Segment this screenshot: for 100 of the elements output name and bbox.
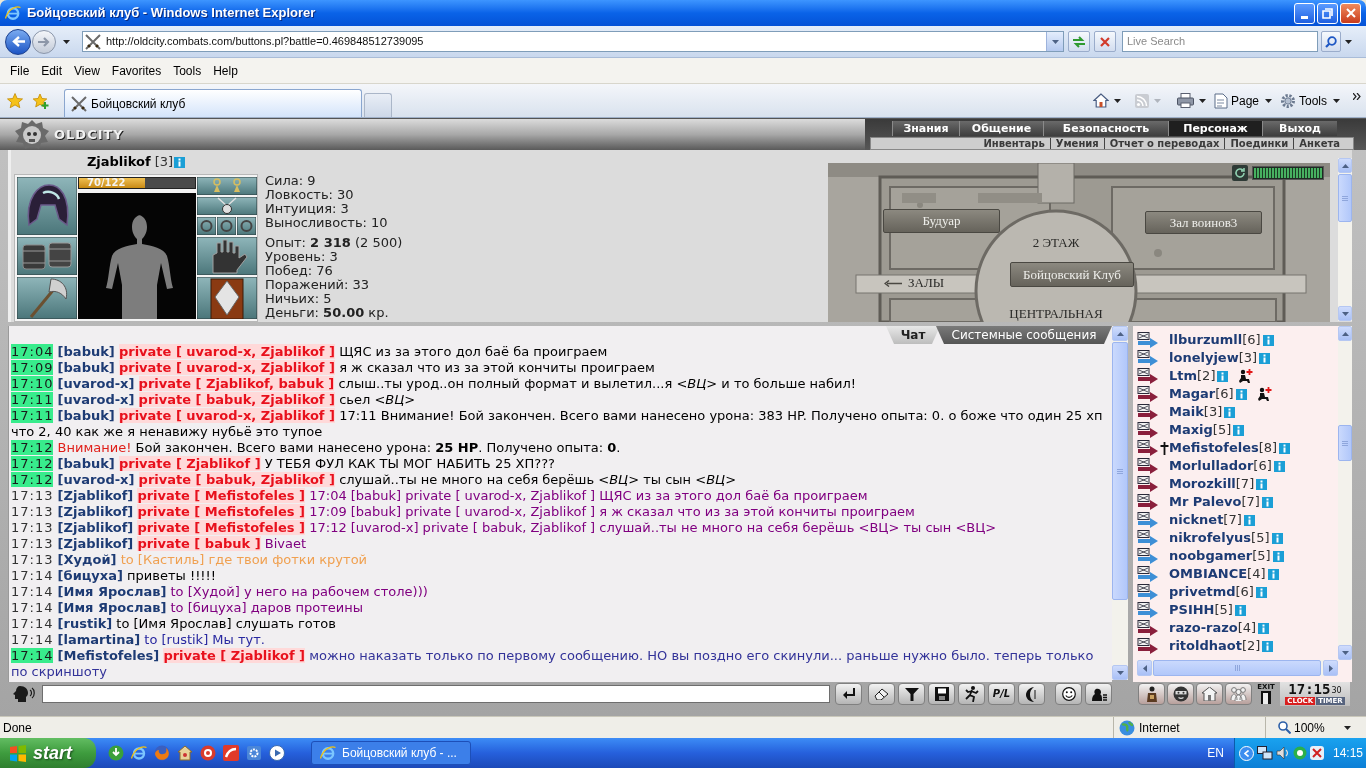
user-name[interactable]: Mr Palevo: [1169, 492, 1242, 512]
scroll-thumb[interactable]: [1153, 660, 1321, 676]
main-menu-tab[interactable]: Знания: [892, 121, 959, 136]
user-name[interactable]: noobgamer: [1169, 546, 1253, 566]
info-icon[interactable]: [1262, 640, 1274, 652]
menu-item[interactable]: Help: [207, 60, 244, 81]
quick-launch-button[interactable]: [131, 745, 147, 761]
main-menu-tab[interactable]: Безопасность: [1043, 121, 1168, 136]
info-icon[interactable]: [1272, 550, 1284, 562]
scroll-down-button[interactable]: [1338, 306, 1352, 321]
info-icon[interactable]: [1233, 424, 1245, 436]
quick-launch-button[interactable]: [108, 745, 124, 761]
user-name[interactable]: ritoldhaot: [1169, 636, 1242, 656]
start-button[interactable]: start: [0, 738, 96, 768]
scroll-down-button[interactable]: [1112, 665, 1128, 680]
scroll-down-button[interactable]: [1338, 645, 1352, 660]
scroll-thumb[interactable]: [1112, 342, 1128, 600]
info-icon[interactable]: [1255, 586, 1267, 598]
submenu-link[interactable]: Поединки: [1224, 138, 1294, 149]
runner-button[interactable]: [958, 683, 985, 705]
mask-button[interactable]: [1167, 683, 1194, 705]
refresh-button[interactable]: [1068, 31, 1090, 52]
scroll-thumb[interactable]: [1338, 425, 1352, 461]
inventory-button[interactable]: [1138, 683, 1165, 705]
user-name[interactable]: Maxig: [1169, 420, 1213, 440]
vertical-scrollbar[interactable]: [1338, 326, 1352, 660]
info-icon[interactable]: [1267, 568, 1279, 580]
menu-item[interactable]: Tools: [167, 60, 208, 81]
back-button[interactable]: [5, 28, 31, 55]
close-button[interactable]: [1340, 2, 1361, 24]
info-icon[interactable]: [1256, 478, 1268, 490]
info-icon[interactable]: [1259, 352, 1271, 364]
user-name[interactable]: razo-razo: [1169, 618, 1238, 638]
scroll-thumb[interactable]: [1338, 174, 1352, 222]
room-banner[interactable]: Бойцовский Клуб: [1010, 262, 1134, 287]
menu-item[interactable]: Favorites: [105, 60, 168, 81]
user-name[interactable]: Morozkill: [1169, 474, 1236, 494]
speaker-icon[interactable]: [1276, 746, 1290, 760]
user-name[interactable]: nikrofelyus: [1169, 528, 1252, 548]
command-menu-button[interactable]: Page: [1213, 91, 1272, 110]
quick-launch-button[interactable]: [200, 745, 216, 761]
quick-launch-button[interactable]: [246, 745, 262, 761]
address-dropdown-button[interactable]: [1046, 32, 1063, 51]
filter-button[interactable]: [898, 683, 925, 705]
user-name[interactable]: lonelyjew: [1169, 348, 1239, 368]
ring-icon[interactable]: [1293, 746, 1307, 760]
info-icon[interactable]: [1262, 334, 1274, 346]
quick-launch-button[interactable]: [223, 745, 239, 761]
shadow-button[interactable]: [1018, 683, 1045, 705]
vertical-scrollbar[interactable]: [1338, 158, 1352, 321]
chat-tab[interactable]: Чат: [886, 326, 940, 344]
house-button[interactable]: [1196, 683, 1223, 705]
stop-button[interactable]: [1094, 31, 1116, 52]
submenu-link[interactable]: Отчет о переводах: [1103, 138, 1225, 149]
submenu-link[interactable]: Умения: [1049, 138, 1104, 149]
command-menu-button[interactable]: Tools: [1280, 91, 1340, 110]
private-line-button[interactable]: P/L: [988, 683, 1015, 705]
user-name[interactable]: OMBIANCE: [1169, 564, 1248, 584]
user-name[interactable]: Ltm: [1169, 366, 1198, 386]
user-name[interactable]: Maik: [1169, 402, 1204, 422]
info-icon[interactable]: [1234, 604, 1246, 616]
submenu-link[interactable]: Анкета: [1293, 138, 1345, 149]
info-icon[interactable]: [1279, 442, 1291, 454]
info-icon[interactable]: [1273, 460, 1285, 472]
home-button[interactable]: [1092, 93, 1121, 108]
submenu-link[interactable]: Инвентарь: [978, 138, 1050, 149]
info-icon[interactable]: [1243, 514, 1255, 526]
group-button[interactable]: [1225, 683, 1252, 705]
address-field[interactable]: http://oldcity.combats.com/buttons.pl?battle=0.469848512739095: [82, 31, 1064, 52]
quick-launch-button[interactable]: [269, 745, 285, 761]
room-banner[interactable]: Будуар: [883, 209, 1000, 233]
user-name[interactable]: privetmd: [1169, 582, 1236, 602]
main-menu-tab[interactable]: Общение: [959, 121, 1043, 136]
menu-item[interactable]: Edit: [35, 60, 69, 81]
info-icon[interactable]: [1258, 622, 1270, 634]
profile-button[interactable]: [1085, 683, 1112, 705]
user-name[interactable]: Magar: [1169, 384, 1216, 404]
user-name[interactable]: llburzumll: [1169, 330, 1243, 350]
scroll-up-button[interactable]: [1338, 326, 1352, 341]
horizontal-scrollbar[interactable]: [1137, 660, 1338, 676]
info-icon[interactable]: [174, 156, 186, 168]
info-icon[interactable]: [1235, 388, 1247, 400]
browser-tab[interactable]: Бойцовский клуб: [64, 89, 362, 117]
user-name[interactable]: nicknet: [1169, 510, 1224, 530]
x-tile-icon[interactable]: [1310, 746, 1324, 760]
chat-tab[interactable]: Системные сообщения: [936, 326, 1112, 344]
info-icon[interactable]: [1217, 370, 1229, 382]
scroll-right-button[interactable]: [1323, 660, 1338, 676]
scroll-up-button[interactable]: [1112, 326, 1128, 341]
language-indicator[interactable]: EN: [1207, 744, 1224, 762]
user-name[interactable]: Morlullador: [1169, 456, 1254, 476]
user-name[interactable]: PSIHH: [1169, 600, 1215, 620]
clear-button[interactable]: [868, 683, 895, 705]
taskbar-window-button[interactable]: Бойцовский клуб - ...: [311, 741, 471, 765]
main-menu-tab[interactable]: Выход: [1262, 121, 1337, 136]
chat-input-field[interactable]: [42, 685, 830, 703]
quick-launch-button[interactable]: [177, 745, 193, 761]
print-button[interactable]: [1176, 93, 1206, 108]
network-computers-icon[interactable]: [1257, 745, 1273, 761]
add-favorites-button[interactable]: [32, 91, 50, 110]
